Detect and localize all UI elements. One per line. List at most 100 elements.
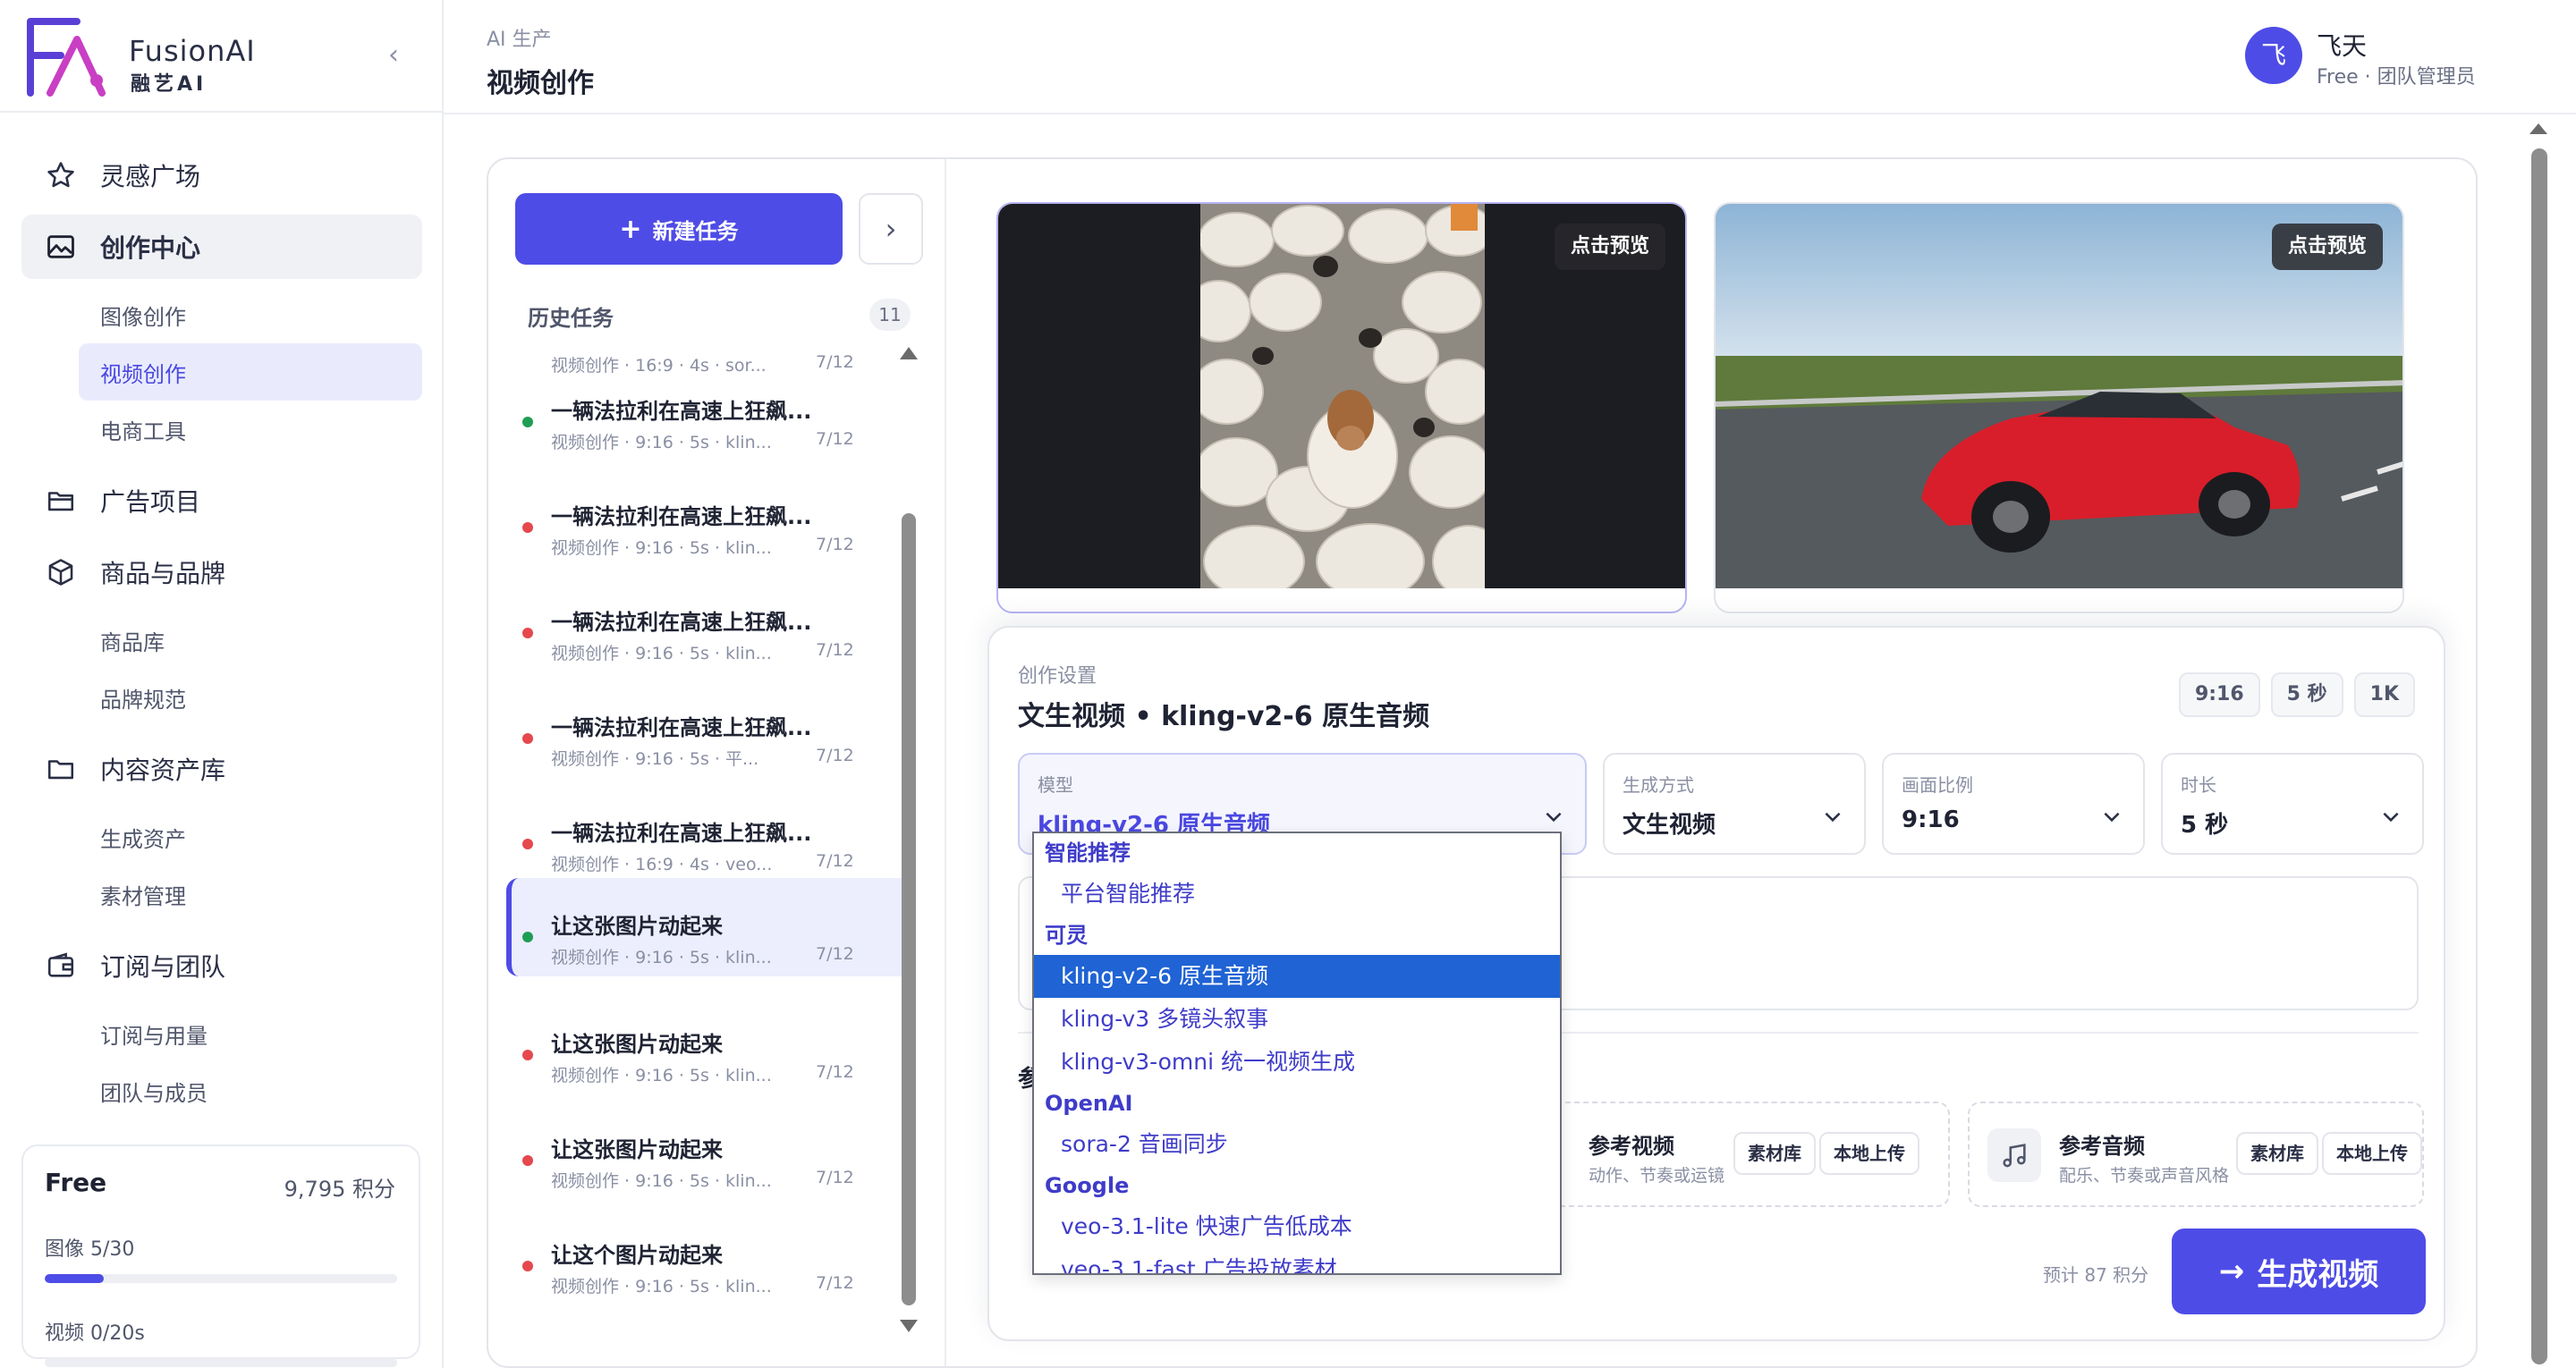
- sidebar-item-label: 广告项目: [100, 487, 201, 517]
- model-option[interactable]: veo-3.1-lite 快速广告低成本: [1034, 1205, 1560, 1248]
- status-failed-dot: [522, 1050, 533, 1060]
- history-item[interactable]: 一辆法拉利在高速上狂飙... 视频创作 · 9:16 · 5s · 平... 7…: [506, 680, 914, 778]
- model-option[interactable]: kling-v3-omni 统一视频生成: [1034, 1041, 1560, 1084]
- sidebar-item-video-creation[interactable]: 视频创作: [79, 343, 422, 401]
- sidebar-item-content-assets[interactable]: 内容资产库: [21, 737, 422, 801]
- history-item-meta: 视频创作 · 16:9 · 4s · veo...: [551, 855, 773, 874]
- local-upload-button[interactable]: 本地上传: [2322, 1132, 2422, 1175]
- sidebar-item-product-library[interactable]: 商品库: [21, 612, 422, 669]
- sidebar-item-inspiration[interactable]: 灵感广场: [21, 143, 422, 207]
- top-header: AI 生产 视频创作 飞 飞天 Free · 团队管理员: [444, 0, 2576, 114]
- brand: FusionAI 融艺AI ‹: [0, 0, 442, 113]
- history-item-date: 7/12: [816, 429, 854, 449]
- avatar[interactable]: 飞: [2245, 27, 2302, 84]
- history-item-title: 让这张图片动起来: [551, 1032, 723, 1057]
- settings-chips: 9:16 5 秒 1K: [2178, 672, 2415, 717]
- history-scroll-thumb[interactable]: [902, 513, 916, 1305]
- image-quota-label: 图像 5/30: [45, 1238, 135, 1261]
- settings-label: 创作设置: [1018, 665, 1097, 688]
- model-option[interactable]: veo-3.1-fast 广告投放素材: [1034, 1248, 1560, 1273]
- folder-open-icon: [43, 483, 79, 519]
- preview-button[interactable]: 点击预览: [2271, 224, 2383, 270]
- scroll-down-icon[interactable]: [900, 1320, 918, 1332]
- status-success-dot: [522, 417, 533, 427]
- chevron-down-icon: [2383, 812, 2399, 823]
- model-option[interactable]: kling-v3 多镜头叙事: [1034, 998, 1560, 1041]
- model-option[interactable]: 平台智能推荐: [1034, 873, 1560, 916]
- history-item-meta: 视频创作 · 9:16 · 5s · klin...: [551, 433, 772, 452]
- material-library-button[interactable]: 素材库: [1733, 1132, 1816, 1175]
- sidebar-item-brand-guidelines[interactable]: 品牌规范: [21, 669, 422, 726]
- sidebar-item-label: 创作中心: [100, 233, 201, 263]
- sidebar-item-creation-center[interactable]: 创作中心: [21, 215, 422, 279]
- reference-video-box[interactable]: 参考视频 动作、节奏或运镜 素材库 本地上传: [1544, 1102, 1950, 1207]
- new-task-button[interactable]: + 新建任务: [515, 193, 843, 265]
- chevron-down-icon: [2104, 812, 2120, 823]
- status-success-dot: [522, 932, 533, 942]
- preview-button[interactable]: 点击预览: [1554, 224, 1665, 270]
- page-scroll-thumb[interactable]: [2531, 148, 2547, 1364]
- mode-field-label: 生成方式: [1623, 774, 1694, 796]
- history-item[interactable]: 一辆法拉利在高速上狂飙... 视频创作 · 9:16 · 5s · klin..…: [506, 363, 914, 461]
- generation-mode-select[interactable]: 生成方式 文生视频: [1603, 753, 1866, 855]
- history-item-meta: 视频创作 · 9:16 · 5s · klin...: [551, 1171, 772, 1191]
- history-item[interactable]: 让这个图片动起来 视频创作 · 9:16 · 5s · klin... 7/12: [506, 1207, 914, 1305]
- sidebar-item-material-management[interactable]: 素材管理: [21, 866, 422, 923]
- box-icon: [43, 554, 79, 590]
- status-failed-dot: [522, 628, 533, 638]
- model-dropdown-list[interactable]: 智能推荐 平台智能推荐 可灵 kling-v2-6 原生音频 kling-v3 …: [1032, 832, 1562, 1275]
- sidebar-item-subscription-usage[interactable]: 订阅与用量: [21, 1005, 422, 1062]
- sidebar-item-team-members[interactable]: 团队与成员: [21, 1062, 422, 1119]
- history-item[interactable]: 一辆法拉利在高速上狂飙... 视频创作 · 16:9 · 4s · veo...…: [506, 785, 914, 883]
- sidebar-item-products-brands[interactable]: 商品与品牌: [21, 540, 422, 604]
- history-item[interactable]: 让这张图片动起来 视频创作 · 9:16 · 5s · klin... 7/12: [506, 1102, 914, 1200]
- reference-video-subtitle: 动作、节奏或运镜: [1589, 1166, 1725, 1186]
- option-group-label: 可灵: [1045, 923, 1088, 948]
- sidebar-item-ad-projects[interactable]: 广告项目: [21, 469, 422, 533]
- option-group-label: OpenAI: [1045, 1091, 1133, 1116]
- history-item-title: 一辆法拉利在高速上狂飙...: [551, 715, 812, 740]
- sidebar-item-generated-assets[interactable]: 生成资产: [21, 808, 422, 866]
- duration-field-label: 时长: [2181, 774, 2216, 796]
- duration-chip: 5 秒: [2270, 672, 2343, 717]
- sidebar: FusionAI 融艺AI ‹ 灵感广场 创作中心 图像创作 视频创作 电商工具: [0, 0, 444, 1368]
- sidebar-item-ecommerce-tools[interactable]: 电商工具: [21, 401, 422, 458]
- material-library-button[interactable]: 素材库: [2236, 1132, 2318, 1175]
- chevron-down-icon: [1546, 812, 1562, 823]
- sidebar-item-subscription-team[interactable]: 订阅与团队: [21, 933, 422, 998]
- page-title: 视频创作: [487, 68, 594, 99]
- chevron-right-icon[interactable]: ›: [859, 193, 923, 265]
- model-option-selected[interactable]: kling-v2-6 原生音频: [1034, 955, 1560, 998]
- scroll-up-icon[interactable]: [900, 347, 918, 359]
- history-scrollbar[interactable]: [896, 347, 921, 1332]
- plan-points: 9,795 积分: [284, 1177, 395, 1202]
- page-scrollbar[interactable]: [2522, 116, 2558, 1368]
- video-card[interactable]: 点击预览: [996, 202, 1687, 613]
- history-item-title: 一辆法拉利在高速上狂飙...: [551, 504, 812, 529]
- video-quota-label: 视频 0/20s: [45, 1322, 145, 1345]
- reference-audio-box[interactable]: 参考音频 配乐、节奏或声音风格 素材库 本地上传: [1968, 1102, 2424, 1207]
- sidebar-item-label: 内容资产库: [100, 756, 226, 785]
- breadcrumb[interactable]: AI 生产: [487, 23, 552, 52]
- new-task-label: 新建任务: [652, 218, 739, 244]
- history-panel: + 新建任务 › 历史任务 11 视频创作 · 16:9 · 4s · sor.…: [488, 159, 946, 1366]
- history-item-meta: 视频创作 · 9:16 · 5s · klin...: [551, 644, 772, 663]
- history-item[interactable]: 一辆法拉利在高速上狂飙... 视频创作 · 9:16 · 5s · klin..…: [506, 574, 914, 672]
- history-item-active[interactable]: 让这张图片动起来 视频创作 · 9:16 · 5s · klin... 7/12: [506, 878, 914, 976]
- history-item[interactable]: 让这张图片动起来 视频创作 · 9:16 · 5s · klin... 7/12: [506, 996, 914, 1094]
- duration-select[interactable]: 时长 5 秒: [2161, 753, 2424, 855]
- aspect-ratio-select[interactable]: 画面比例 9:16: [1882, 753, 2145, 855]
- user-name: 飞天: [2317, 31, 2368, 61]
- history-item-title: 一辆法拉利在高速上狂飙...: [551, 399, 812, 424]
- video-card[interactable]: 点击预览: [1714, 202, 2404, 613]
- history-item[interactable]: 一辆法拉利在高速上狂飙... 视频创作 · 9:16 · 5s · klin..…: [506, 469, 914, 567]
- settings-title: 文生视频 • kling-v2-6 原生音频: [1018, 701, 1430, 732]
- collapse-sidebar-icon[interactable]: ‹: [379, 39, 408, 72]
- reference-audio-subtitle: 配乐、节奏或声音风格: [2059, 1166, 2230, 1186]
- scroll-up-icon[interactable]: [2529, 123, 2547, 134]
- local-upload-button[interactable]: 本地上传: [1819, 1132, 1919, 1175]
- sidebar-item-image-creation[interactable]: 图像创作: [21, 286, 422, 343]
- model-option[interactable]: sora-2 音画同步: [1034, 1123, 1560, 1166]
- history-item-meta: 视频创作 · 9:16 · 5s · klin...: [551, 1277, 772, 1296]
- generate-video-button[interactable]: → 生成视频: [2172, 1229, 2426, 1314]
